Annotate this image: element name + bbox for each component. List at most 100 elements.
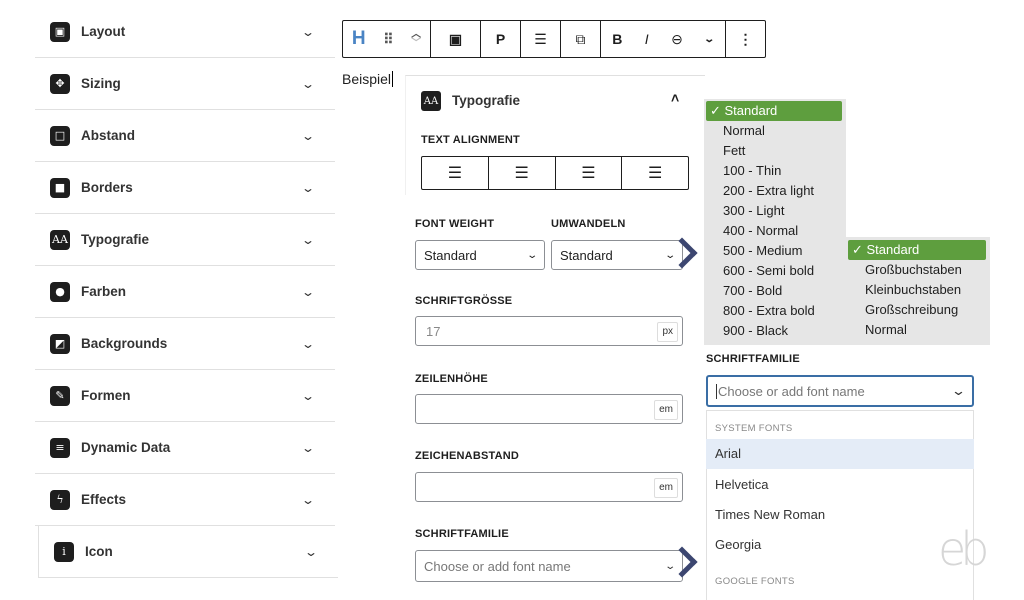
sidebar-item-backgrounds[interactable]: ◩ Backgrounds ⌄ bbox=[35, 318, 335, 370]
sidebar-item-farben[interactable]: ● Farben ⌄ bbox=[35, 266, 335, 318]
chevron-down-icon: ⌄ bbox=[525, 249, 538, 261]
transform-label: UMWANDELN bbox=[551, 218, 626, 230]
letter-spacing-input[interactable]: em bbox=[415, 472, 683, 502]
paragraph-button[interactable]: P bbox=[481, 21, 521, 57]
dropdown-option[interactable]: Normal bbox=[723, 121, 765, 141]
transform-dropdown: ✓ Standard Großbuchstaben Kleinbuchstabe… bbox=[846, 237, 990, 345]
dropdown-option[interactable]: 500 - Medium bbox=[723, 241, 802, 261]
chevron-down-icon: ⌄ bbox=[950, 383, 967, 398]
align-button[interactable]: ☰ bbox=[521, 21, 561, 57]
sidebar-item-label: Dynamic Data bbox=[81, 440, 171, 455]
sidebar-item-formen[interactable]: ✎ Formen ⌄ bbox=[35, 370, 335, 422]
sidebar-item-typografie[interactable]: AA Typografie ⌄ bbox=[35, 214, 335, 266]
more-vertical-icon: ⋮ bbox=[738, 30, 753, 47]
chevron-down-icon: ⌄ bbox=[303, 544, 319, 559]
dropdown-option[interactable]: 600 - Semi bold bbox=[723, 261, 814, 281]
panel-title: Typografie bbox=[452, 93, 521, 108]
font-weight-label: FONT WEIGHT bbox=[415, 218, 495, 230]
sidebar-item-borders[interactable]: ■ Borders ⌄ bbox=[35, 162, 335, 214]
backgrounds-icon: ◩ bbox=[50, 333, 70, 354]
font-size-label: SCHRIFTGRÖSSE bbox=[415, 295, 513, 307]
text-alignment-group: ☰ ☰ ☰ ☰ bbox=[421, 156, 689, 190]
font-option[interactable]: Georgia bbox=[706, 530, 974, 560]
dropdown-option-selected[interactable]: ✓ Standard bbox=[706, 101, 842, 121]
font-weight-dropdown: ✓ Standard Normal Fett 100 - Thin 200 - … bbox=[704, 99, 846, 345]
dropdown-option[interactable]: 700 - Bold bbox=[723, 281, 782, 301]
dropdown-option[interactable]: 300 - Light bbox=[723, 201, 784, 221]
sidebar-item-label: Icon bbox=[85, 544, 113, 559]
dropdown-option[interactable]: Kleinbuchstaben bbox=[865, 280, 961, 300]
dropdown-option[interactable]: Großschreibung bbox=[865, 300, 958, 320]
dropdown-option[interactable]: Normal bbox=[865, 320, 907, 340]
align-justify-button[interactable]: ☰ bbox=[622, 157, 688, 189]
sidebar-item-dynamic-data[interactable]: ≡ Dynamic Data ⌄ bbox=[35, 422, 335, 474]
spacing-icon: □ bbox=[50, 125, 70, 146]
line-height-label: ZEILENHÖHE bbox=[415, 373, 488, 385]
bold-button[interactable]: B bbox=[612, 31, 622, 47]
sidebar-item-effects[interactable]: ϟ Effects ⌄ bbox=[35, 474, 335, 526]
move-up-down-icon[interactable]: ︿ ﹀ bbox=[411, 30, 421, 49]
align-center-button[interactable]: ☰ bbox=[489, 157, 556, 189]
dropdown-option[interactable]: 400 - Normal bbox=[723, 221, 798, 241]
transform-select[interactable]: Standard ⌄ bbox=[551, 240, 683, 270]
font-size-input[interactable]: 17 px bbox=[415, 316, 683, 346]
sidebar-item-label: Borders bbox=[81, 180, 133, 195]
drag-handle-icon[interactable]: ⠿ bbox=[383, 31, 393, 48]
typography-icon: AA bbox=[421, 91, 441, 111]
align-left-icon: ☰ bbox=[447, 165, 463, 182]
borders-icon: ■ bbox=[50, 177, 70, 198]
sidebar-item-layout[interactable]: ▣ Layout ⌄ bbox=[35, 6, 335, 58]
chevron-down-icon: ⌄ bbox=[300, 492, 316, 507]
dropdown-option[interactable]: 800 - Extra bold bbox=[723, 301, 815, 321]
dropdown-option[interactable]: 900 - Black bbox=[723, 321, 788, 341]
editor-text[interactable]: Beispiel bbox=[342, 71, 394, 87]
more-options-button[interactable]: ⋮ bbox=[726, 21, 765, 57]
link-icon[interactable]: ⊖ bbox=[671, 31, 683, 48]
sidebar-item-icon[interactable]: i Icon ⌄ bbox=[38, 526, 338, 578]
font-weight-select[interactable]: Standard ⌄ bbox=[415, 240, 545, 270]
chevron-up-icon[interactable]: ˄ bbox=[671, 90, 679, 106]
font-family-combobox[interactable]: Choose or add font name ⌄ bbox=[706, 375, 974, 407]
unit-select[interactable]: em bbox=[654, 478, 678, 498]
dropdown-option-selected[interactable]: ✓ Standard bbox=[848, 240, 986, 260]
text-alignment-label: TEXT ALIGNMENT bbox=[421, 134, 520, 146]
chevron-down-icon: ⌄ bbox=[300, 180, 316, 195]
duplicate-button[interactable]: ⧉ bbox=[561, 21, 601, 57]
align-right-icon: ☰ bbox=[581, 165, 596, 182]
align-right-button[interactable]: ☰ bbox=[556, 157, 623, 189]
dropdown-option[interactable]: Fett bbox=[723, 141, 745, 161]
sidebar-item-abstand[interactable]: □ Abstand ⌄ bbox=[35, 110, 335, 162]
select-parent-button[interactable]: ▣ bbox=[431, 21, 481, 57]
align-center-icon: ☰ bbox=[514, 165, 529, 182]
dropdown-option[interactable]: 200 - Extra light bbox=[723, 181, 814, 201]
system-fonts-heading: SYSTEM FONTS bbox=[715, 423, 793, 434]
format-group: B I ⊖ ⌄ bbox=[601, 21, 726, 57]
sidebar-item-label: Effects bbox=[81, 492, 127, 507]
sidebar-item-sizing[interactable]: ✥ Sizing ⌄ bbox=[35, 58, 335, 110]
heading-block-icon[interactable]: H bbox=[352, 28, 366, 50]
shapes-icon: ✎ bbox=[50, 385, 70, 406]
font-option[interactable]: Helvetica bbox=[706, 470, 974, 500]
layout-icon: ▣ bbox=[50, 21, 70, 42]
sidebar-item-label: Backgrounds bbox=[81, 336, 168, 351]
sidebar-item-label: Sizing bbox=[81, 76, 121, 91]
font-option[interactable]: Arial bbox=[706, 439, 974, 469]
chevron-down-icon[interactable]: ⌄ bbox=[704, 34, 716, 45]
italic-button[interactable]: I bbox=[645, 31, 649, 47]
font-family-select[interactable]: Choose or add font name ⌄ bbox=[415, 550, 683, 582]
dropdown-option[interactable]: Großbuchstaben bbox=[865, 260, 962, 280]
letter-spacing-label: ZEICHENABSTAND bbox=[415, 450, 520, 462]
paragraph-label: P bbox=[495, 31, 506, 47]
align-left-icon: ☰ bbox=[534, 30, 547, 47]
line-height-input[interactable]: em bbox=[415, 394, 683, 424]
chevron-down-icon: ⌄ bbox=[300, 284, 316, 299]
chevron-down-icon: ⌄ bbox=[300, 232, 316, 247]
dropdown-option[interactable]: 100 - Thin bbox=[723, 161, 781, 181]
unit-select[interactable]: px bbox=[657, 322, 678, 342]
font-option[interactable]: Times New Roman bbox=[706, 500, 974, 530]
typography-icon: AA bbox=[50, 229, 70, 250]
block-toolbar: H ⠿ ︿ ﹀ ▣ P ☰ ⧉ B I ⊖ ⌄ ⋮ bbox=[342, 20, 766, 58]
unit-select[interactable]: em bbox=[654, 400, 678, 420]
align-left-button[interactable]: ☰ bbox=[422, 157, 489, 189]
sizing-icon: ✥ bbox=[50, 73, 70, 94]
